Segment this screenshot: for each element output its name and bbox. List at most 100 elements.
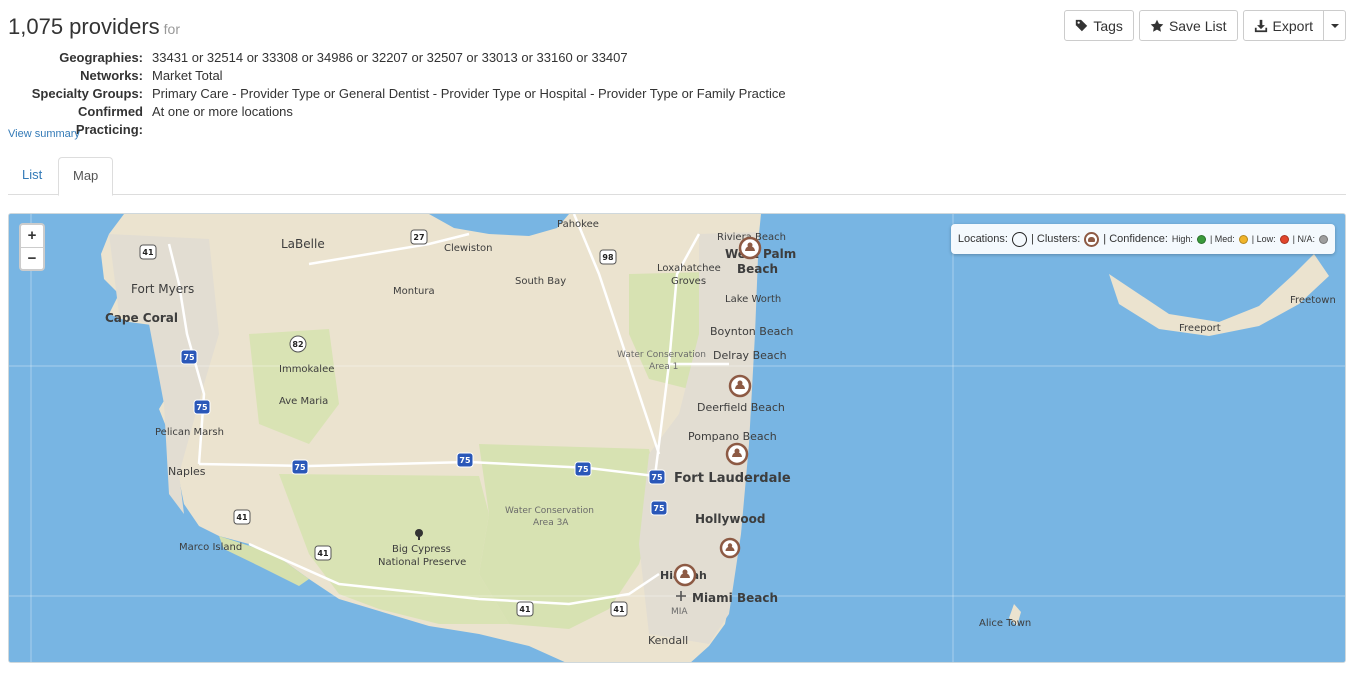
provider-map[interactable]: Pahokee LaBelle Clewiston Riviera Beach … (8, 213, 1346, 663)
map-canvas[interactable]: Pahokee LaBelle Clewiston Riviera Beach … (9, 214, 1346, 663)
cluster-marker-west-palm[interactable] (738, 236, 762, 260)
place-fort-lauderdale: Fort Lauderdale (674, 471, 791, 486)
criteria-value: 33431 or 32514 or 33308 or 34986 or 3220… (152, 50, 628, 65)
export-dropdown-toggle[interactable] (1324, 10, 1346, 41)
place-naples: Naples (168, 465, 206, 478)
location-ring-icon (1011, 231, 1027, 247)
for-label: for (163, 21, 180, 37)
place-freeport: Freeport (1179, 323, 1221, 334)
svg-text:41: 41 (236, 513, 248, 522)
criteria-row-geographies: Geographies: 33431 or 32514 or 33308 or … (8, 49, 786, 67)
place-boynton-beach: Boynton Beach (710, 325, 793, 338)
star-icon (1150, 19, 1164, 32)
tags-button-label: Tags (1093, 17, 1123, 34)
confidence-low-dot (1279, 234, 1289, 244)
svg-text:41: 41 (519, 605, 531, 614)
place-alice-town: Alice Town (979, 618, 1031, 629)
interstate-shield: 75 (291, 459, 309, 475)
place-fort-myers: Fort Myers (131, 282, 194, 296)
interstate-shield: 75 (650, 500, 668, 516)
us-route-shield: 98 (599, 249, 617, 265)
us-route-shield: 41 (314, 545, 332, 561)
svg-text:98: 98 (602, 253, 614, 262)
tags-button[interactable]: Tags (1064, 10, 1134, 41)
legend-low-label: | Low: (1251, 234, 1276, 244)
legend-med-label: | Med: (1209, 234, 1235, 244)
place-clewiston: Clewiston (444, 243, 492, 254)
view-tabs: List Map (8, 157, 1346, 196)
criteria-label: Specialty Groups: (31, 86, 143, 101)
place-kendall: Kendall (648, 634, 688, 647)
us-route-shield: 41 (516, 601, 534, 617)
legend-clusters-label: | Clusters: (1030, 233, 1081, 245)
cluster-marker-hialeah[interactable] (673, 563, 697, 587)
svg-text:75: 75 (183, 353, 195, 362)
svg-text:75: 75 (196, 403, 208, 412)
place-hollywood: Hollywood (695, 512, 766, 526)
interstate-shield: 75 (574, 461, 592, 477)
legend-high-label: High: (1171, 234, 1193, 244)
criteria-value: At one or more locations (152, 104, 293, 119)
svg-text:41: 41 (142, 248, 154, 257)
zoom-control: + − (19, 223, 45, 271)
criteria-label: Geographies: (59, 50, 143, 65)
place-montura: Montura (393, 286, 435, 297)
place-miami-beach: Miami Beach (692, 591, 778, 605)
place-ave-maria: Ave Maria (279, 396, 328, 407)
place-beach: Beach (737, 262, 778, 276)
place-delray-beach: Delray Beach (713, 349, 787, 362)
place-water-conservation-3a: Water Conservation (505, 506, 594, 516)
place-freetown: Freetown (1290, 295, 1336, 306)
place-pompano-beach: Pompano Beach (688, 430, 777, 443)
us-route-shield: 41 (610, 601, 628, 617)
zoom-in-button[interactable]: + (21, 225, 43, 247)
cluster-icon (1084, 231, 1100, 247)
place-area-3a: Area 3A (533, 518, 569, 528)
confidence-na-dot (1319, 234, 1328, 244)
save-list-button-label: Save List (1168, 17, 1227, 34)
svg-text:75: 75 (651, 473, 663, 482)
criteria-value: Primary Care - Provider Type or General … (152, 86, 786, 101)
cluster-marker-pompano[interactable] (725, 442, 749, 466)
place-cape-coral: Cape Coral (105, 311, 178, 325)
tag-icon (1076, 19, 1088, 32)
place-immokalee: Immokalee (279, 364, 334, 375)
tab-map[interactable]: Map (58, 157, 114, 196)
confidence-high-dot (1196, 234, 1206, 244)
save-list-button[interactable]: Save List (1138, 10, 1238, 41)
place-pahokee: Pahokee (557, 219, 599, 230)
svg-text:75: 75 (294, 463, 306, 472)
map-legend: Locations: | Clusters: | Confidence: Hig… (950, 224, 1335, 254)
county-road-shield: 82 (289, 335, 307, 353)
svg-text:27: 27 (413, 233, 424, 242)
place-mia: MIA (671, 607, 688, 617)
svg-text:75: 75 (653, 504, 665, 513)
legend-na-label: | N/A: (1292, 234, 1315, 244)
criteria-label: Networks: (80, 68, 143, 83)
criteria-row-networks: Networks: Market Total (8, 67, 786, 85)
search-criteria: Geographies: 33431 or 32514 or 33308 or … (8, 49, 786, 139)
zoom-out-button[interactable]: − (21, 247, 43, 269)
place-south-bay: South Bay (515, 276, 566, 287)
export-button-label: Export (1272, 17, 1313, 34)
confidence-med-dot (1238, 234, 1248, 244)
place-lake-worth: Lake Worth (725, 294, 781, 305)
place-water-conservation-1: Water Conservation (617, 350, 706, 360)
place-deerfield-beach: Deerfield Beach (697, 401, 785, 414)
place-labelle: LaBelle (281, 237, 325, 251)
cluster-marker-aventura[interactable] (719, 537, 741, 559)
criteria-value: Market Total (152, 68, 223, 83)
svg-text:82: 82 (292, 340, 303, 349)
cluster-marker-boca[interactable] (728, 374, 752, 398)
interstate-shield: 75 (180, 349, 198, 365)
tab-list[interactable]: List (8, 157, 56, 195)
interstate-shield: 75 (193, 399, 211, 415)
place-national-preserve: National Preserve (378, 557, 466, 568)
criteria-row-specialty-groups: Specialty Groups: Primary Care - Provide… (8, 85, 786, 103)
svg-text:75: 75 (577, 465, 589, 474)
export-button[interactable]: Export (1242, 10, 1324, 41)
place-pelican-marsh: Pelican Marsh (155, 427, 224, 438)
view-summary-link[interactable]: View summary (8, 128, 80, 140)
svg-text:41: 41 (613, 605, 625, 614)
interstate-shield: 75 (456, 452, 474, 468)
